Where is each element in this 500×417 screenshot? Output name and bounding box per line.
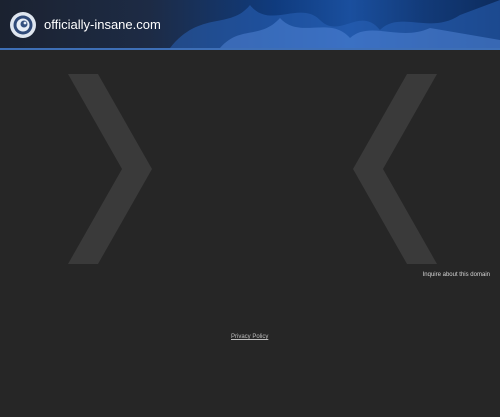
inquire-domain-link[interactable]: Inquire about this domain xyxy=(423,271,490,279)
site-name[interactable]: officially-insane.com xyxy=(44,17,161,33)
header-divider xyxy=(0,48,500,50)
chevron-right-icon xyxy=(68,74,152,264)
privacy-policy-link[interactable]: Privacy Policy xyxy=(231,333,268,341)
swirl-logo-icon[interactable] xyxy=(9,11,37,39)
site-header: officially-insane.com xyxy=(0,0,500,48)
chevron-left-icon xyxy=(353,74,437,264)
